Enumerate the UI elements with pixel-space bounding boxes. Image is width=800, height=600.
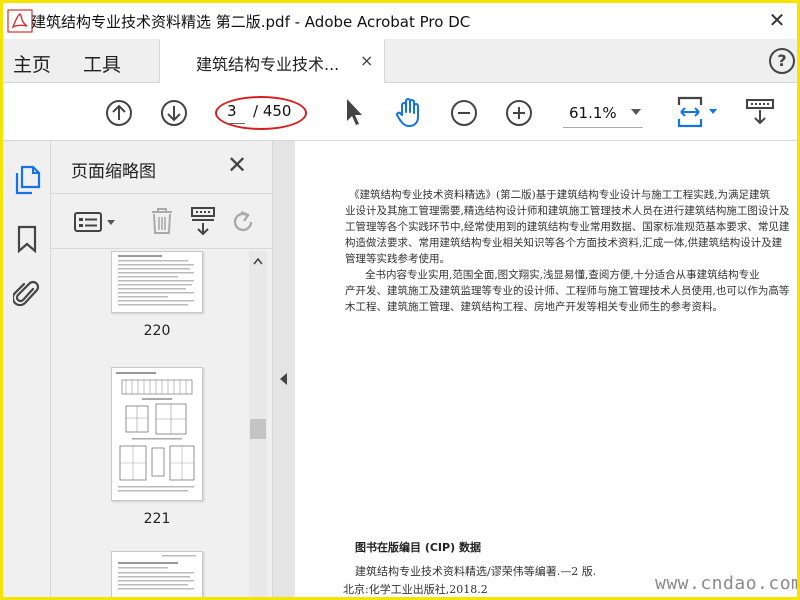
title-bar: 建筑结构专业技术资料精选 第二版.pdf - Adobe Acrobat Pro…: [3, 3, 797, 39]
text-line: 业设计及其施工管理需要,精选结构设计师和建筑施工管理技术人员在进行建筑结构施工图…: [345, 205, 790, 217]
tab-home[interactable]: 主页: [13, 50, 51, 77]
page-total: / 450: [253, 102, 292, 120]
cip-line: 北京:化学工业出版社,2018.2: [343, 583, 488, 596]
rotate-page-icon[interactable]: [229, 208, 257, 236]
document-tab-label: 建筑结构专业技术...: [196, 55, 340, 74]
thumbnail-list: 220 221: [51, 251, 273, 597]
delete-page-icon[interactable]: [149, 206, 175, 236]
chevron-down-icon[interactable]: [631, 109, 641, 115]
insert-page-icon[interactable]: [189, 206, 217, 236]
hand-tool-icon[interactable]: [393, 95, 427, 129]
thumbnail-preview: [118, 555, 196, 590]
window-title: 建筑结构专业技术资料精选 第二版.pdf - Adobe Acrobat Pro…: [31, 13, 471, 31]
zoom-level-select[interactable]: 61.1%: [569, 104, 617, 122]
acrobat-logo-icon: [7, 9, 33, 33]
document-tab-close-button[interactable]: ×: [360, 51, 373, 70]
thumbnail-options-icon[interactable]: [73, 210, 119, 234]
help-icon[interactable]: ?: [769, 48, 795, 74]
tab-bar: 主页 工具 建筑结构专业技术... × ?: [3, 39, 797, 84]
thumbnail-pane: 页面缩略图 ✕ 220 221: [51, 141, 273, 597]
text-line: 管理等实践参考使用。: [345, 253, 450, 265]
select-cursor-icon[interactable]: [343, 97, 365, 127]
text-line: 《建筑结构专业技术资料精选》(第二版)基于建筑结构专业设计与施工工程实践,为满足…: [349, 189, 771, 201]
zoom-out-icon[interactable]: [450, 99, 478, 127]
thumbnail-page-number: 221: [143, 511, 171, 527]
fit-page-icon[interactable]: [675, 95, 721, 129]
page-input-underline: [225, 123, 245, 124]
thumbnail-preview: [116, 372, 195, 492]
text-line: 产开发、建筑施工及建筑监理等专业的设计师、工程师与施工管理技术人员使用,也可以作…: [345, 285, 790, 297]
next-page-icon[interactable]: [160, 99, 188, 127]
pane-close-button[interactable]: ✕: [227, 151, 247, 179]
page-thumbnail[interactable]: [111, 551, 203, 597]
document-paragraph: 《建筑结构专业技术资料精选》(第二版)基于建筑结构专业设计与施工工程实践,为满足…: [345, 187, 789, 267]
pane-collapse-strip[interactable]: [273, 141, 295, 597]
document-view[interactable]: 《建筑结构专业技术资料精选》(第二版)基于建筑结构专业设计与施工工程实践,为满足…: [295, 141, 797, 597]
watermark-text: www.cndao.com: [655, 573, 797, 594]
main-toolbar: 3 / 450 61.1%: [3, 83, 797, 141]
bookmark-icon[interactable]: [17, 225, 37, 253]
tab-tools[interactable]: 工具: [83, 50, 121, 77]
collapse-left-icon[interactable]: [280, 373, 288, 385]
page-thumbnails-icon[interactable]: [13, 165, 41, 195]
pane-title: 页面缩略图: [71, 162, 156, 182]
cip-line: 建筑结构专业技术资料精选/谬荣伟等编著.—2 版.: [355, 565, 597, 578]
text-line: 全书内容专业实用,范围全面,图文翔实,浅显易懂,查阅方便,十分适合从事建筑结构专…: [365, 269, 760, 281]
zoom-in-icon[interactable]: [505, 99, 533, 127]
cip-heading: 图书在版编目 (CIP) 数据: [355, 541, 481, 554]
text-line: 木工程、建筑施工管理、建筑结构工程、房地产开发等相关专业师生的参考资料。: [345, 301, 723, 313]
app-window: 建筑结构专业技术资料精选 第二版.pdf - Adobe Acrobat Pro…: [3, 3, 797, 597]
thumbnail-toolbar: [51, 193, 273, 249]
text-line: 构造做法要求、常用建筑结构专业相关知识等各个方面技术资料,汇成一体,供建筑结构设…: [345, 237, 783, 249]
thumbnail-scrollbar[interactable]: [249, 251, 267, 597]
page-thumbnail[interactable]: [111, 367, 203, 501]
navigation-rail: [3, 141, 51, 597]
tab-document[interactable]: 建筑结构专业技术... ×: [159, 39, 385, 84]
chevron-up-icon[interactable]: [253, 257, 263, 265]
page-number-input[interactable]: 3: [227, 102, 237, 120]
thumbnail-page-number: 220: [143, 323, 171, 339]
page-thumbnail[interactable]: [111, 251, 203, 313]
scrollbar-thumb[interactable]: [250, 419, 266, 439]
previous-page-icon[interactable]: [105, 99, 133, 127]
text-line: 工管理等各个实践环节中,经常使用到的建筑结构专业常用数据、国家标准规范基本要求、…: [345, 221, 790, 233]
thumbnail-preview: [118, 255, 194, 306]
window-close-button[interactable]: ✕: [767, 9, 787, 31]
zoom-underline: [563, 127, 643, 128]
document-paragraph: 全书内容专业实用,范围全面,图文翔实,浅显易懂,查阅方便,十分适合从事建筑结构专…: [345, 267, 789, 315]
scroll-mode-icon[interactable]: [745, 97, 775, 127]
attachment-icon[interactable]: [13, 279, 41, 309]
